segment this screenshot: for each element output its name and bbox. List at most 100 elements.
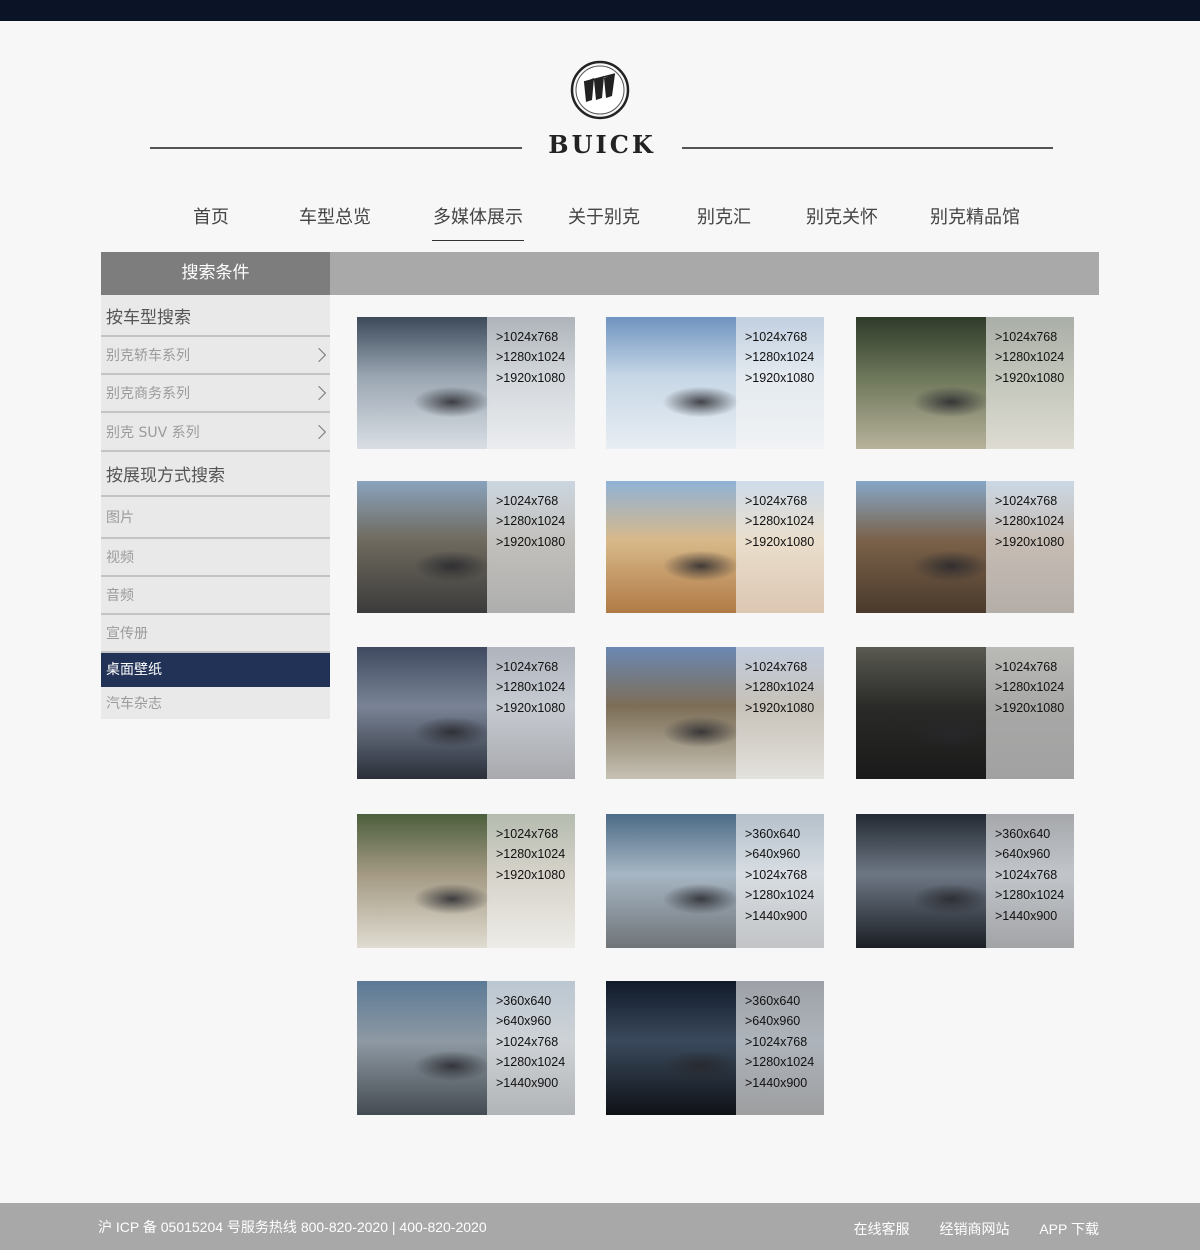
download-size-link[interactable]: >640x960 [745,1011,814,1031]
download-size-link[interactable]: >1920x1080 [995,368,1064,388]
download-size-link[interactable]: >1024x768 [745,491,814,511]
sidebar-item-mpv[interactable]: 别克商务系列 [101,375,330,413]
search-sidebar: 搜索条件 按车型搜索 别克轿车系列 别克商务系列 别克 SUV 系列 按展现方式… [101,252,330,719]
sidebar-item-wallpaper[interactable]: 桌面壁纸 [101,653,330,687]
download-size-link[interactable]: >1024x768 [745,1032,814,1052]
nav-item-care[interactable]: 别克关怀 [805,205,879,241]
wallpaper-card[interactable]: >1024x768 >1280x1024 >1920x1080 [357,481,575,613]
download-size-link[interactable]: >360x640 [496,991,565,1011]
size-list: >1024x768 >1280x1024 >1920x1080 [496,327,565,388]
download-size-link[interactable]: >1440x900 [745,1073,814,1093]
content-header-bar [330,252,1099,295]
top-bar [0,0,1200,21]
download-size-link[interactable]: >1024x768 [745,657,814,677]
download-size-link[interactable]: >1280x1024 [496,677,565,697]
download-size-link[interactable]: >1280x1024 [496,347,565,367]
nav-item-multimedia[interactable]: 多媒体展示 [432,205,524,241]
size-list: >1024x768 >1280x1024 >1920x1080 [995,327,1064,388]
wallpaper-card[interactable]: >1024x768 >1280x1024 >1920x1080 [606,481,824,613]
sidebar-item-label: 别克 SUV 系列 [106,424,200,441]
size-list: >360x640 >640x960 >1024x768 >1280x1024 >1440… [745,991,814,1093]
size-list: >1024x768 >1280x1024 >1920x1080 [496,824,565,885]
wallpaper-card[interactable]: >1024x768 >1280x1024 >1920x1080 [606,647,824,779]
download-size-link[interactable]: >1024x768 [496,491,565,511]
download-size-link[interactable]: >1280x1024 [496,511,565,531]
wallpaper-card[interactable]: >1024x768 >1280x1024 >1920x1080 [357,317,575,449]
download-size-link[interactable]: >1280x1024 [745,511,814,531]
download-size-link[interactable]: >1280x1024 [995,347,1064,367]
download-size-link[interactable]: >640x960 [496,1011,565,1031]
download-size-link[interactable]: >1280x1024 [745,1052,814,1072]
download-size-link[interactable]: >1920x1080 [995,532,1064,552]
footer-link-online-service[interactable]: 在线客服 [854,1221,910,1237]
brand-divider-left [150,147,522,149]
download-size-link[interactable]: >1440x900 [995,906,1064,926]
download-size-link[interactable]: >1920x1080 [745,698,814,718]
footer-link-dealer-site[interactable]: 经销商网站 [939,1221,1009,1237]
wallpaper-card[interactable]: >1024x768 >1280x1024 >1920x1080 [856,317,1074,449]
wallpaper-card[interactable]: >1024x768 >1280x1024 >1920x1080 [856,647,1074,779]
sidebar-item-magazine[interactable]: 汽车杂志 [101,687,330,719]
buick-logo-icon[interactable] [570,60,630,120]
download-size-link[interactable]: >1024x768 [745,865,814,885]
chevron-right-icon [311,385,327,401]
download-size-link[interactable]: >1280x1024 [496,1052,565,1072]
download-size-link[interactable]: >1280x1024 [995,677,1064,697]
size-list: >1024x768 >1280x1024 >1920x1080 [496,657,565,718]
wallpaper-card[interactable]: >360x640 >640x960 >1024x768 >1280x1024 >1440… [856,814,1074,948]
download-size-link[interactable]: >1920x1080 [496,865,565,885]
download-size-link[interactable]: >1280x1024 [995,511,1064,531]
download-size-link[interactable]: >1440x900 [496,1073,565,1093]
download-size-link[interactable]: >360x640 [745,824,814,844]
download-size-link[interactable]: >360x640 [745,991,814,1011]
download-size-link[interactable]: >1024x768 [496,824,565,844]
download-size-link[interactable]: >1024x768 [745,327,814,347]
download-size-link[interactable]: >1280x1024 [496,844,565,864]
download-size-link[interactable]: >640x960 [995,844,1064,864]
download-size-link[interactable]: >1024x768 [496,657,565,677]
download-size-link[interactable]: >1024x768 [496,327,565,347]
size-list: >1024x768 >1280x1024 >1920x1080 [496,491,565,552]
download-size-link[interactable]: >1920x1080 [995,698,1064,718]
nav-item-models[interactable]: 车型总览 [298,205,372,241]
download-size-link[interactable]: >1920x1080 [496,368,565,388]
download-size-link[interactable]: >1280x1024 [745,347,814,367]
sidebar-item-sedan[interactable]: 别克轿车系列 [101,337,330,375]
wallpaper-card[interactable]: >360x640 >640x960 >1024x768 >1280x1024 >1440… [606,814,824,948]
wallpaper-card[interactable]: >360x640 >640x960 >1024x768 >1280x1024 >1440… [357,981,575,1115]
download-size-link[interactable]: >1024x768 [995,657,1064,677]
download-size-link[interactable]: >1920x1080 [745,368,814,388]
download-size-link[interactable]: >1024x768 [995,327,1064,347]
wallpaper-card[interactable]: >1024x768 >1280x1024 >1920x1080 [856,481,1074,613]
download-size-link[interactable]: >1920x1080 [496,698,565,718]
download-size-link[interactable]: >1280x1024 [745,677,814,697]
download-size-link[interactable]: >1280x1024 [745,885,814,905]
sidebar-header: 搜索条件 [101,252,330,295]
wallpaper-card[interactable]: >360x640 >640x960 >1024x768 >1280x1024 >1440… [606,981,824,1115]
nav-item-club[interactable]: 别克汇 [696,205,752,241]
nav-item-home[interactable]: 首页 [192,205,230,241]
nav-item-about[interactable]: 关于别克 [567,205,641,241]
download-size-link[interactable]: >1920x1080 [745,532,814,552]
download-size-link[interactable]: >360x640 [995,824,1064,844]
chevron-right-icon [311,347,327,363]
nav-item-boutique[interactable]: 别克精品馆 [929,205,1021,241]
download-size-link[interactable]: >1024x768 [995,865,1064,885]
download-size-link[interactable]: >1920x1080 [496,532,565,552]
sidebar-item-video[interactable]: 视频 [101,539,330,577]
sidebar-item-images[interactable]: 图片 [101,497,330,539]
sidebar-group-format: 按展现方式搜索 [101,452,330,497]
wallpaper-card[interactable]: >1024x768 >1280x1024 >1920x1080 [357,647,575,779]
download-size-link[interactable]: >1440x900 [745,906,814,926]
wallpaper-card[interactable]: >1024x768 >1280x1024 >1920x1080 [357,814,575,948]
sidebar-group-model: 按车型搜索 [101,295,330,337]
sidebar-item-brochure[interactable]: 宣传册 [101,615,330,653]
download-size-link[interactable]: >640x960 [745,844,814,864]
sidebar-item-audio[interactable]: 音频 [101,577,330,615]
footer-link-app-download[interactable]: APP 下载 [1039,1221,1099,1237]
wallpaper-card[interactable]: >1024x768 >1280x1024 >1920x1080 [606,317,824,449]
download-size-link[interactable]: >1024x768 [995,491,1064,511]
download-size-link[interactable]: >1280x1024 [995,885,1064,905]
sidebar-item-suv[interactable]: 别克 SUV 系列 [101,413,330,452]
download-size-link[interactable]: >1024x768 [496,1032,565,1052]
